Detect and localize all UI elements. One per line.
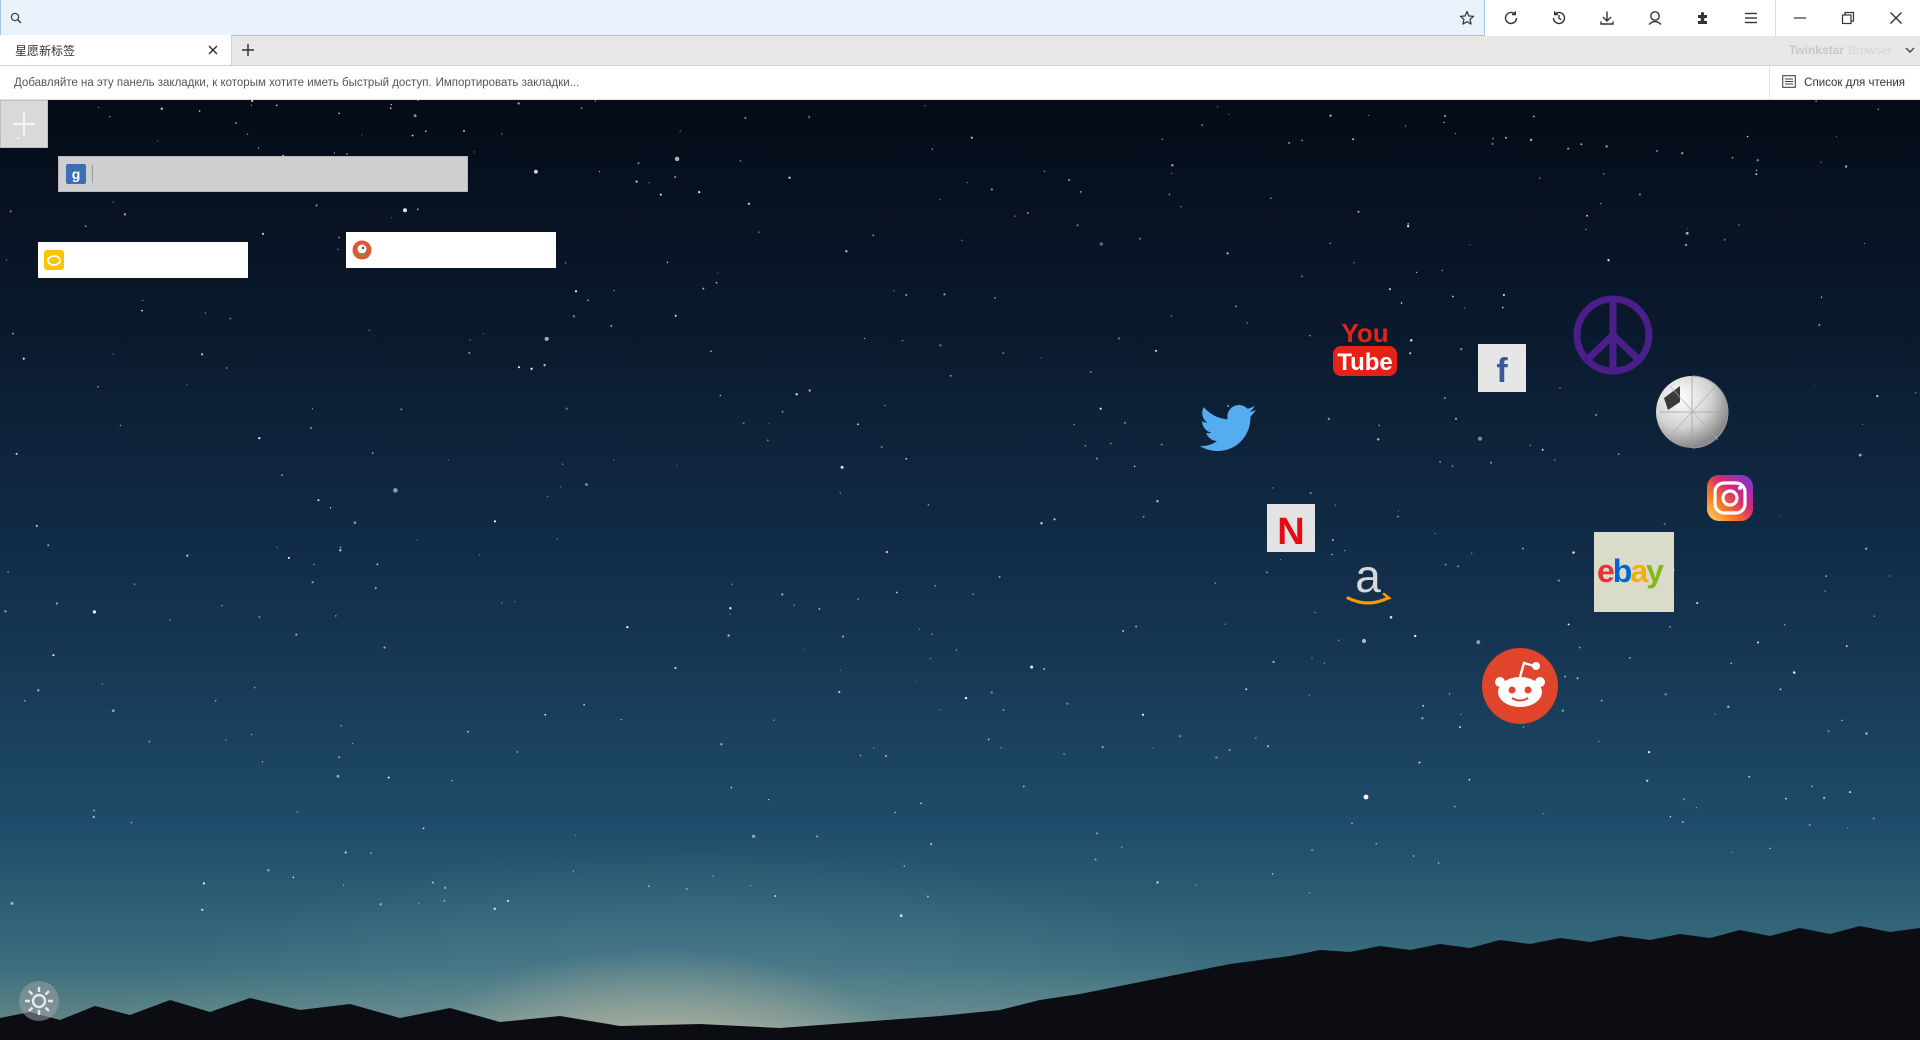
- google-icon: g: [65, 163, 87, 185]
- netflix-tile[interactable]: N: [1267, 504, 1315, 552]
- instagram-tile[interactable]: [1706, 474, 1754, 522]
- tab-label: 星愿新标签: [15, 43, 76, 58]
- extensions-icon[interactable]: [1679, 0, 1727, 36]
- google-search-input[interactable]: [93, 157, 467, 191]
- reading-list-icon: [1782, 74, 1797, 91]
- gear-icon[interactable]: [18, 980, 60, 1022]
- chevron-down-icon[interactable]: [1900, 35, 1920, 65]
- duckduckgo-icon: [352, 239, 372, 261]
- brand-name: Twinkstar: [1788, 43, 1844, 57]
- facebook-tile[interactable]: f: [1478, 344, 1526, 392]
- netflix-icon: N: [1277, 511, 1304, 552]
- twitter-icon: [1200, 405, 1256, 451]
- browser-brand: Twinkstar Browser: [1789, 35, 1900, 65]
- ebay-tile[interactable]: ebay: [1594, 532, 1674, 612]
- yandex-icon: [44, 249, 64, 271]
- account-icon[interactable]: [1631, 0, 1679, 36]
- wikipedia-icon: [1656, 375, 1729, 449]
- instagram-icon: [1707, 475, 1753, 521]
- address-input[interactable]: [31, 0, 1450, 35]
- tab-close-icon[interactable]: [205, 42, 221, 58]
- duckduckgo-search-box[interactable]: [346, 232, 561, 268]
- netflix-letter: N: [1277, 511, 1304, 552]
- toolbar-buttons: [1485, 0, 1775, 36]
- ebay-letter-e: e: [1597, 553, 1614, 589]
- bookmarks-hint: Добавляйте на эту панель закладки, к кот…: [0, 77, 579, 89]
- tab-strip: 星愿新标签 Twinkstar Browser: [0, 35, 1920, 66]
- youtube-icon: You Tube: [1333, 318, 1397, 376]
- reddit-tile[interactable]: [1480, 646, 1560, 726]
- svg-text:ebay: ebay: [1597, 553, 1664, 589]
- close-icon[interactable]: [1872, 0, 1920, 36]
- yandex-search-input[interactable]: [69, 242, 253, 278]
- twitter-tile[interactable]: [1200, 402, 1260, 454]
- new-tab-icon[interactable]: [232, 35, 264, 65]
- brand-sub: Browser: [1847, 43, 1892, 57]
- duckduckgo-search-input[interactable]: [377, 232, 561, 268]
- download-icon[interactable]: [1583, 0, 1631, 36]
- youtube-text-top: You: [1341, 318, 1388, 348]
- google-search-box[interactable]: g: [58, 156, 468, 192]
- svg-text:g: g: [72, 166, 81, 182]
- treeline-silhouette: [0, 926, 1920, 1040]
- window-controls: [1776, 0, 1920, 36]
- amazon-icon: a: [1346, 552, 1392, 605]
- search-icon: [1, 12, 31, 24]
- minimize-icon[interactable]: [1776, 0, 1824, 36]
- restore-icon[interactable]: [1824, 0, 1872, 36]
- tab-new-tab[interactable]: 星愿新标签: [0, 35, 232, 65]
- bookmarks-bar: Добавляйте на эту панель закладки, к кот…: [0, 65, 1920, 100]
- history-icon[interactable]: [1535, 0, 1583, 36]
- wikipedia-tile[interactable]: [1650, 372, 1730, 450]
- ebay-icon: ebay: [1597, 553, 1666, 589]
- reading-list-label: Список для чтения: [1804, 76, 1905, 89]
- new-tab-page: g You Tube f N a ebay: [0, 100, 1920, 1040]
- yandex-search-box[interactable]: [38, 242, 253, 278]
- reddit-icon: [1482, 648, 1558, 724]
- youtube-text-bottom: Tube: [1337, 349, 1393, 376]
- amazon-letter: a: [1355, 552, 1381, 602]
- facebook-icon: f: [1496, 352, 1508, 390]
- peace-tile[interactable]: [1572, 294, 1654, 376]
- ebay-letter-b: b: [1613, 553, 1632, 589]
- menu-icon[interactable]: [1727, 0, 1775, 36]
- facebook-letter: f: [1496, 352, 1508, 390]
- bookmarks-hint-text: Добавляйте на эту панель закладки, к кот…: [14, 76, 432, 89]
- amazon-tile[interactable]: a: [1340, 552, 1396, 612]
- reading-list-button[interactable]: Список для чтения: [1769, 65, 1920, 100]
- peace-icon: [1573, 295, 1653, 375]
- ebay-letter-y: y: [1646, 553, 1664, 589]
- reload-icon[interactable]: [1487, 0, 1535, 36]
- youtube-tile[interactable]: You Tube: [1331, 314, 1399, 378]
- star-icon[interactable]: [1450, 0, 1484, 35]
- import-bookmarks-link[interactable]: Импортировать закладки...: [436, 77, 580, 89]
- browser-toolbar: [0, 0, 1920, 36]
- address-bar[interactable]: [0, 0, 1485, 36]
